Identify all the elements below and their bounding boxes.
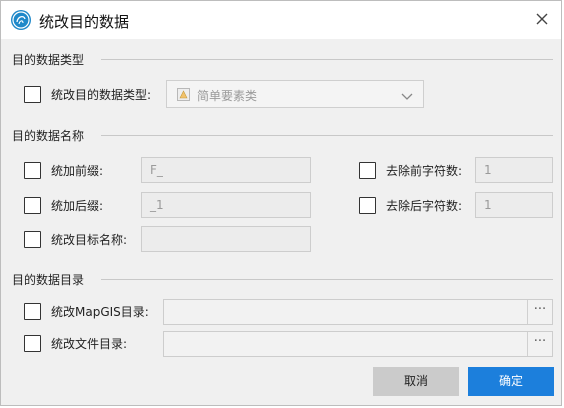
chevron-down-icon [401,90,413,104]
data-type-value: 简单要素类 [197,89,258,103]
divider [101,135,553,136]
divider [101,279,553,280]
modify-file-dir-label: 统改文件目录: [51,337,128,351]
remove-prefix-label: 去除前字符数: [386,164,463,178]
cancel-button[interactable]: 取消 [373,367,459,396]
browse-mapgis-dir-button[interactable]: ··· [527,300,552,324]
mapgis-app-icon [11,10,31,30]
title-bar: 统改目的数据 [1,1,561,39]
dialog-title: 统改目的数据 [39,13,130,31]
batch-modify-target-data-dialog: 统改目的数据 目的数据类型 统改目的数据类型: 简单要素类 目的数据名称 统加前… [0,0,562,406]
ok-button[interactable]: 确定 [468,367,554,396]
modify-mapgis-dir-checkbox[interactable] [24,303,41,320]
target-name-input[interactable] [141,226,311,252]
close-icon[interactable] [533,10,551,28]
remove-suffix-count-input[interactable]: 1 [475,192,553,218]
browse-file-dir-button[interactable]: ··· [527,332,552,356]
rename-target-label: 统改目标名称: [51,233,128,247]
section-dir-header: 目的数据目录 [12,273,85,287]
section-type-header: 目的数据类型 [12,53,85,67]
remove-suffix-label: 去除后字符数: [386,199,463,213]
data-type-select[interactable]: 简单要素类 [166,80,424,108]
add-suffix-label: 统加后缀: [51,199,104,213]
suffix-input[interactable]: _1 [141,192,311,218]
prefix-input[interactable]: F_ [141,157,311,183]
mapgis-dir-input[interactable]: ··· [163,299,553,325]
add-suffix-checkbox[interactable] [24,197,41,214]
simple-feature-class-icon [177,88,190,101]
modify-mapgis-dir-label: 统改MapGIS目录: [51,305,149,319]
file-dir-input[interactable]: ··· [163,331,553,357]
section-name-header: 目的数据名称 [12,129,85,143]
modify-type-checkbox[interactable] [24,86,41,103]
modify-file-dir-checkbox[interactable] [24,335,41,352]
add-prefix-label: 统加前缀: [51,164,104,178]
rename-target-checkbox[interactable] [24,231,41,248]
remove-prefix-checkbox[interactable] [359,162,376,179]
modify-type-label: 统改目的数据类型: [51,88,152,102]
divider [101,59,553,60]
remove-prefix-count-input[interactable]: 1 [475,157,553,183]
add-prefix-checkbox[interactable] [24,162,41,179]
remove-suffix-checkbox[interactable] [359,197,376,214]
